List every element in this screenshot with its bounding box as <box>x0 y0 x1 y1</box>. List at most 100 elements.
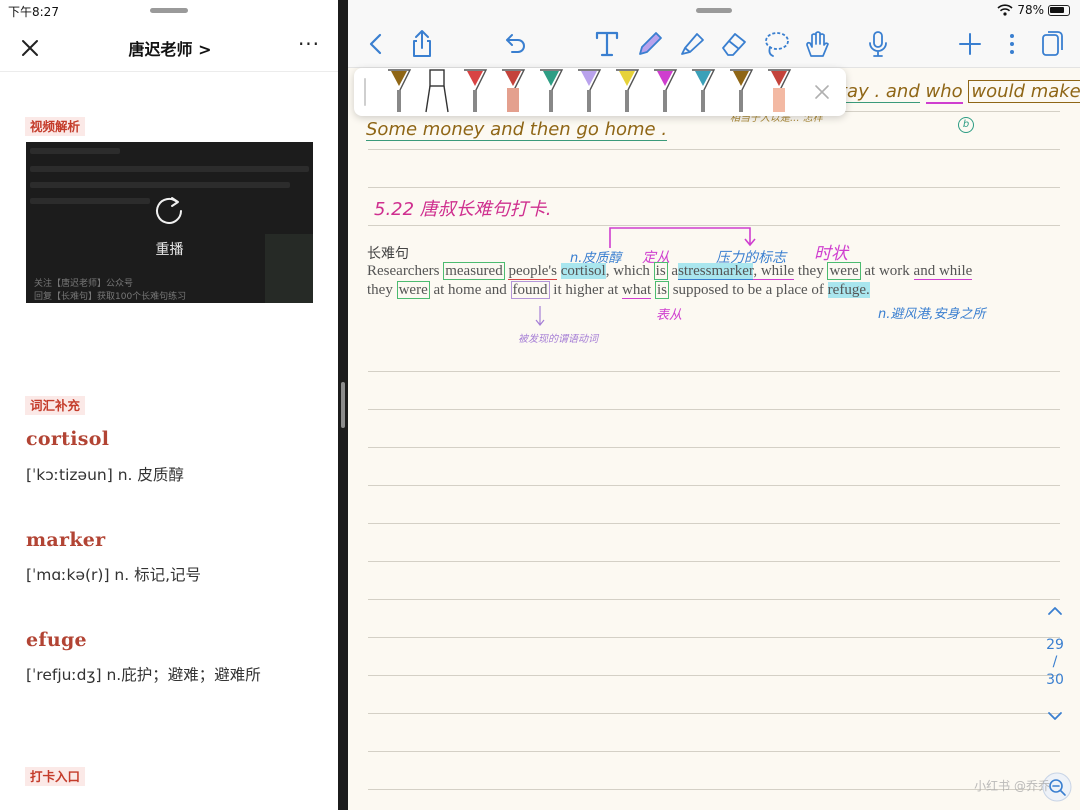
close-palette-icon[interactable] <box>812 82 832 102</box>
pen-swatch-olive[interactable] <box>726 68 756 113</box>
sentence-line-2: they were at home and found it higher at… <box>367 281 870 299</box>
article-nav-bar: 唐迟老师 > ··· <box>0 22 338 72</box>
replay-label[interactable]: 重播 <box>26 239 313 259</box>
wifi-icon <box>997 4 1013 16</box>
word-boxed: is <box>654 281 669 299</box>
video-frame-text <box>30 198 150 204</box>
pen-swatch-lavender[interactable] <box>574 68 604 113</box>
word: supposed to be a place of <box>672 282 824 298</box>
handwritten-date-title: 5.22 唐叔长难句打卡. <box>374 199 552 220</box>
ruled-line <box>368 447 1060 448</box>
more-icon[interactable]: ··· <box>294 32 324 60</box>
ruled-line <box>368 371 1060 372</box>
split-view-handle[interactable] <box>341 382 345 428</box>
annotation-arrow <box>535 306 545 326</box>
pen-swatch-green[interactable] <box>536 68 566 113</box>
multitask-grabber[interactable] <box>696 8 732 13</box>
word: they <box>367 282 393 298</box>
lasso-icon[interactable] <box>760 28 792 60</box>
mic-icon[interactable] <box>862 28 894 60</box>
share-icon[interactable] <box>406 28 438 60</box>
bracket-arrow <box>609 227 756 248</box>
ruled-line <box>368 599 1060 600</box>
back-icon[interactable] <box>360 28 392 60</box>
handwritten-text: tay . and who would make <box>840 80 1080 104</box>
pen-swatch-magenta[interactable] <box>650 68 680 113</box>
ruled-line <box>368 561 1060 562</box>
word-boxed: is <box>653 262 668 280</box>
ruled-line <box>368 789 1060 790</box>
annotation: n.避风港,安身之所 <box>878 307 986 322</box>
word-highlighted: stress <box>678 263 712 280</box>
word: and while <box>913 263 973 280</box>
video-frame-text <box>30 182 290 188</box>
word-boxed: found <box>510 281 550 299</box>
chevron-down-icon[interactable] <box>1030 706 1080 726</box>
vocab-word: efuge <box>26 629 87 651</box>
word-boxed: measured <box>443 262 505 280</box>
account-title[interactable]: 唐迟老师 > <box>100 36 240 60</box>
pages-icon[interactable] <box>1036 28 1068 60</box>
ruled-line <box>368 485 1060 486</box>
eraser-icon[interactable] <box>718 28 750 60</box>
word-boxed: were <box>827 262 861 280</box>
handwritten-fragment: who <box>925 81 963 104</box>
pen-swatch-white[interactable] <box>422 68 452 113</box>
word: , while <box>753 263 795 280</box>
pen-swatch-salmon[interactable] <box>498 68 528 113</box>
battery-percent: 78% <box>1017 3 1044 17</box>
ruled-line <box>368 187 1060 188</box>
pen-swatch-teal[interactable] <box>688 68 718 113</box>
notes-app-pane: 78% tay . and who would make 相当于人以是... 怎… <box>348 0 1080 810</box>
vocab-word: cortisol <box>26 428 110 450</box>
vocab-section-label: 词汇补充 <box>25 396 86 415</box>
word-highlighted: cortisol <box>560 263 606 279</box>
pen-palette <box>354 68 846 116</box>
word: it higher at <box>553 282 619 298</box>
notebook-page[interactable]: tay . and who would make 相当于人以是... 怎样 b … <box>348 69 1080 810</box>
chevron-up-icon[interactable] <box>1030 600 1080 620</box>
handwritten-fragment: tay . and <box>840 81 920 103</box>
hand-icon[interactable] <box>801 28 833 60</box>
status-bar-right: 78% <box>997 3 1070 17</box>
text-tool-icon[interactable] <box>591 28 623 60</box>
ruled-line <box>368 675 1060 676</box>
highlighter-icon[interactable] <box>676 28 708 60</box>
add-icon[interactable] <box>954 28 986 60</box>
status-time: 下午8:27 <box>8 5 59 19</box>
handwritten-circle-mark: b <box>958 117 974 133</box>
word-highlighted: marker <box>711 263 754 280</box>
ruled-line <box>368 409 1060 410</box>
annotation: 表从 <box>656 308 683 323</box>
page-current: 29 <box>1046 637 1064 653</box>
wechat-article-pane: 下午8:27 唐迟老师 > ··· 视频解析 重播 关注【唐迟老师】公众号 回复… <box>0 0 338 810</box>
video-player[interactable]: 重播 关注【唐迟老师】公众号 回复【长难句】获取100个长难句练习 <box>26 142 313 303</box>
close-icon[interactable] <box>16 34 44 62</box>
undo-icon[interactable] <box>498 28 530 60</box>
video-caption: 回复【长难句】获取100个长难句练习 <box>34 292 187 302</box>
word: at work <box>864 263 910 279</box>
video-frame-text <box>30 148 120 154</box>
pen-swatch-brown[interactable] <box>384 68 414 113</box>
pen-icon[interactable] <box>634 28 666 60</box>
handwritten-text: Some money and then go home . <box>366 119 668 141</box>
word: at home and <box>433 282 507 298</box>
word: people's <box>508 263 557 280</box>
ruled-line <box>368 751 1060 752</box>
ruled-line <box>368 713 1060 714</box>
ruled-line <box>368 523 1060 524</box>
page-total: 30 <box>1046 672 1064 688</box>
vocab-definition: [ˈmɑːkə(r)] n. 标记,记号 <box>26 566 202 584</box>
replay-icon[interactable] <box>152 192 186 226</box>
multitask-grabber[interactable] <box>150 8 188 13</box>
word: what <box>622 282 652 299</box>
checkin-section-label[interactable]: 打卡入口 <box>25 767 86 786</box>
video-caption: 关注【唐迟老师】公众号 <box>34 279 134 289</box>
more-vertical-icon[interactable] <box>996 28 1028 60</box>
word-boxed: were <box>396 281 430 299</box>
pen-swatch-red[interactable] <box>460 68 490 113</box>
pen-swatch-peach[interactable] <box>764 68 794 113</box>
pen-swatch-yellow[interactable] <box>612 68 642 113</box>
palette-handle[interactable] <box>364 78 366 106</box>
annotation: 时状 <box>814 244 848 264</box>
